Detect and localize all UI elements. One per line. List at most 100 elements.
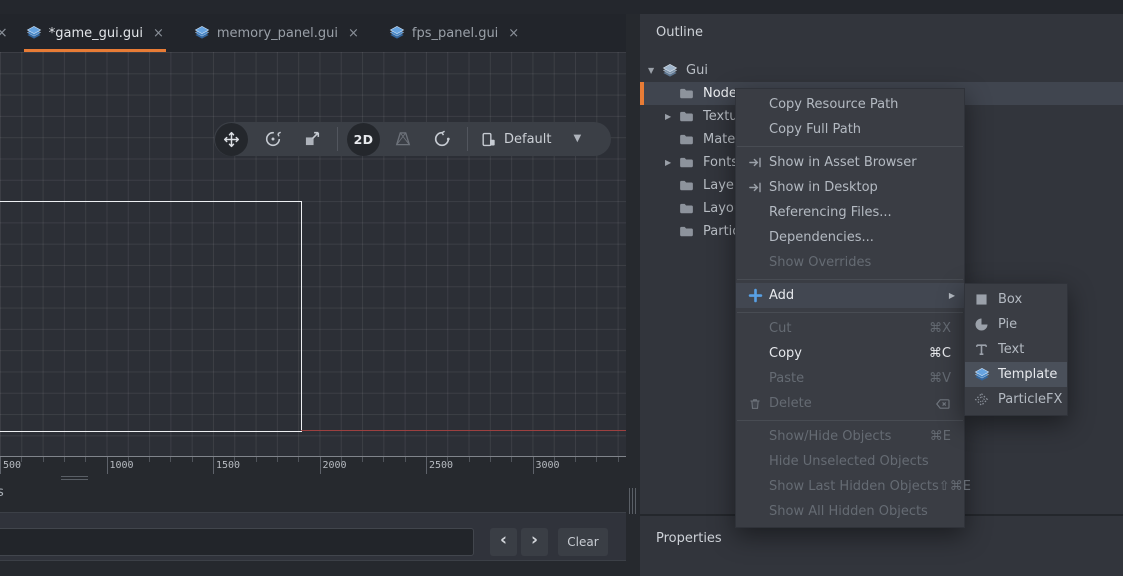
chevron-down-icon[interactable]: ▼: [574, 134, 582, 144]
submenu-item-label: Text: [998, 342, 1024, 357]
submenu-item-label: Pie: [998, 317, 1017, 332]
tab-memory-panel-gui[interactable]: memory_panel.gui ×: [192, 14, 361, 52]
menu-item-show-hide-objects: Show/Hide Objects⌘E: [736, 424, 964, 449]
ruler-tick-minor: [149, 457, 150, 462]
tab-label: memory_panel.gui: [217, 26, 338, 41]
ruler-label: 3000: [536, 460, 560, 471]
menu-item-show-in-desktop[interactable]: Show in Desktop: [736, 175, 964, 200]
menu-item-label: Copy Resource Path: [769, 97, 898, 112]
menu-item-show-in-asset-browser[interactable]: Show in Asset Browser: [736, 150, 964, 175]
menu-item-add[interactable]: Add▶: [736, 283, 964, 308]
move-tool-button[interactable]: [215, 123, 248, 156]
submenu-item-text[interactable]: Text: [965, 337, 1067, 362]
menu-separator: [736, 416, 964, 424]
menu-separator: [736, 275, 964, 283]
scale-tool-button[interactable]: [295, 123, 328, 156]
splitter-grip: [635, 488, 636, 514]
expander-down-icon: ▼: [648, 66, 662, 75]
ruler-tick-minor: [362, 457, 363, 462]
prev-match-button[interactable]: ‹: [490, 528, 517, 556]
submenu-item-template[interactable]: Template: [965, 362, 1067, 387]
folder-icon: [679, 132, 696, 148]
close-icon[interactable]: ×: [348, 27, 359, 40]
menu-item-label: Delete: [769, 396, 812, 411]
editor-tab-bar: × *game_gui.gui×memory_panel.gui×fps_pan…: [0, 14, 626, 52]
ruler-tick-minor: [298, 457, 299, 462]
ruler-label: 2500: [429, 460, 453, 471]
gui-scene-icon: [662, 63, 679, 79]
panel-drag-handle[interactable]: [61, 476, 88, 481]
submenu-item-box[interactable]: Box: [965, 287, 1067, 312]
menu-item-label: Show/Hide Objects: [769, 429, 891, 444]
menu-shortcut: ⌘X: [929, 321, 951, 336]
toolbar-divider: [337, 127, 338, 151]
menu-item-referencing-files[interactable]: Referencing Files...: [736, 200, 964, 225]
axis-line: [301, 430, 626, 432]
menu-item-label: Show in Desktop: [769, 180, 878, 195]
folder-icon: [679, 224, 696, 240]
camera-profile-value[interactable]: Default: [504, 132, 552, 147]
outline-item-gui[interactable]: ▼Gui: [640, 59, 1123, 82]
menu-shortcut: ⌘C: [929, 346, 951, 361]
ruler-tick-minor: [575, 457, 576, 462]
menu-separator: [736, 142, 964, 150]
menu-item-label: Show All Hidden Objects: [769, 504, 928, 519]
menu-item-dependencies[interactable]: Dependencies...: [736, 225, 964, 250]
move-icon: [223, 131, 240, 148]
menu-item-label: Show in Asset Browser: [769, 155, 917, 170]
splitter-grip: [629, 488, 630, 514]
horizontal-ruler: 50010001500200025003000: [0, 456, 626, 474]
folder-icon: [679, 155, 696, 171]
expander-right-icon: ▶: [665, 158, 679, 167]
vertical-splitter[interactable]: [626, 14, 640, 576]
ruler-tick-major: [426, 457, 427, 474]
clear-console-button[interactable]: Clear: [558, 528, 608, 556]
menu-item-paste: Paste⌘V: [736, 366, 964, 391]
ruler-tick-minor: [405, 457, 406, 462]
menu-item-label: Dependencies...: [769, 230, 874, 245]
menu-item-copy[interactable]: Copy⌘C: [736, 341, 964, 366]
ruler-label: 500: [3, 460, 21, 471]
camera-orbit-button[interactable]: [425, 123, 458, 156]
open-in-icon: [746, 179, 764, 197]
text-icon: [973, 341, 990, 358]
box-icon: [973, 291, 990, 308]
menu-item-label: Paste: [769, 371, 804, 386]
tab-fps-panel-gui[interactable]: fps_panel.gui×: [387, 14, 521, 52]
submenu-item-pie[interactable]: Pie: [965, 312, 1067, 337]
ruler-tick-major: [107, 457, 108, 474]
console-toolbar: ‹ › Clear: [0, 512, 626, 561]
ruler-tick-minor: [383, 457, 384, 462]
orbit-refresh-icon: [433, 130, 451, 148]
chevron-left-icon: ‹: [500, 532, 507, 549]
close-icon[interactable]: ×: [0, 26, 8, 40]
pie-icon: [973, 316, 990, 333]
ruler-tick-minor: [618, 457, 619, 462]
tab-game-gui-gui[interactable]: *game_gui.gui ×: [24, 14, 166, 52]
close-icon[interactable]: ×: [508, 27, 519, 40]
ruler-tick-minor: [64, 457, 65, 462]
ruler-tick-minor: [192, 457, 193, 462]
ruler-label: 1000: [110, 460, 134, 471]
ruler-tick-major: [533, 457, 534, 474]
2d-mode-button[interactable]: 2D: [347, 123, 380, 156]
expander-right-icon: ▶: [665, 112, 679, 121]
console-filter-input[interactable]: [0, 528, 474, 556]
close-icon[interactable]: ×: [153, 27, 164, 40]
frustum-culling-button[interactable]: [386, 123, 419, 156]
rotate-tool-button[interactable]: [256, 123, 289, 156]
next-match-button[interactable]: ›: [521, 528, 548, 556]
menu-separator: [736, 308, 964, 316]
properties-panel-title: Properties: [656, 531, 722, 546]
ruler-tick-minor: [43, 457, 44, 462]
menu-item-copy-full-path[interactable]: Copy Full Path: [736, 117, 964, 142]
rotate-icon: [264, 130, 282, 148]
ruler-tick-minor: [277, 457, 278, 462]
tab-label: *game_gui.gui: [49, 26, 143, 41]
submenu-item-particlefx[interactable]: ParticleFX: [965, 387, 1067, 412]
scene-viewport[interactable]: 2D Default ▼: [0, 52, 626, 456]
submenu-arrow-icon: ▶: [949, 291, 955, 300]
submenu-item-label: Box: [998, 292, 1022, 307]
menu-item-copy-resource-path[interactable]: Copy Resource Path: [736, 92, 964, 117]
submenu-item-label: ParticleFX: [998, 392, 1062, 407]
